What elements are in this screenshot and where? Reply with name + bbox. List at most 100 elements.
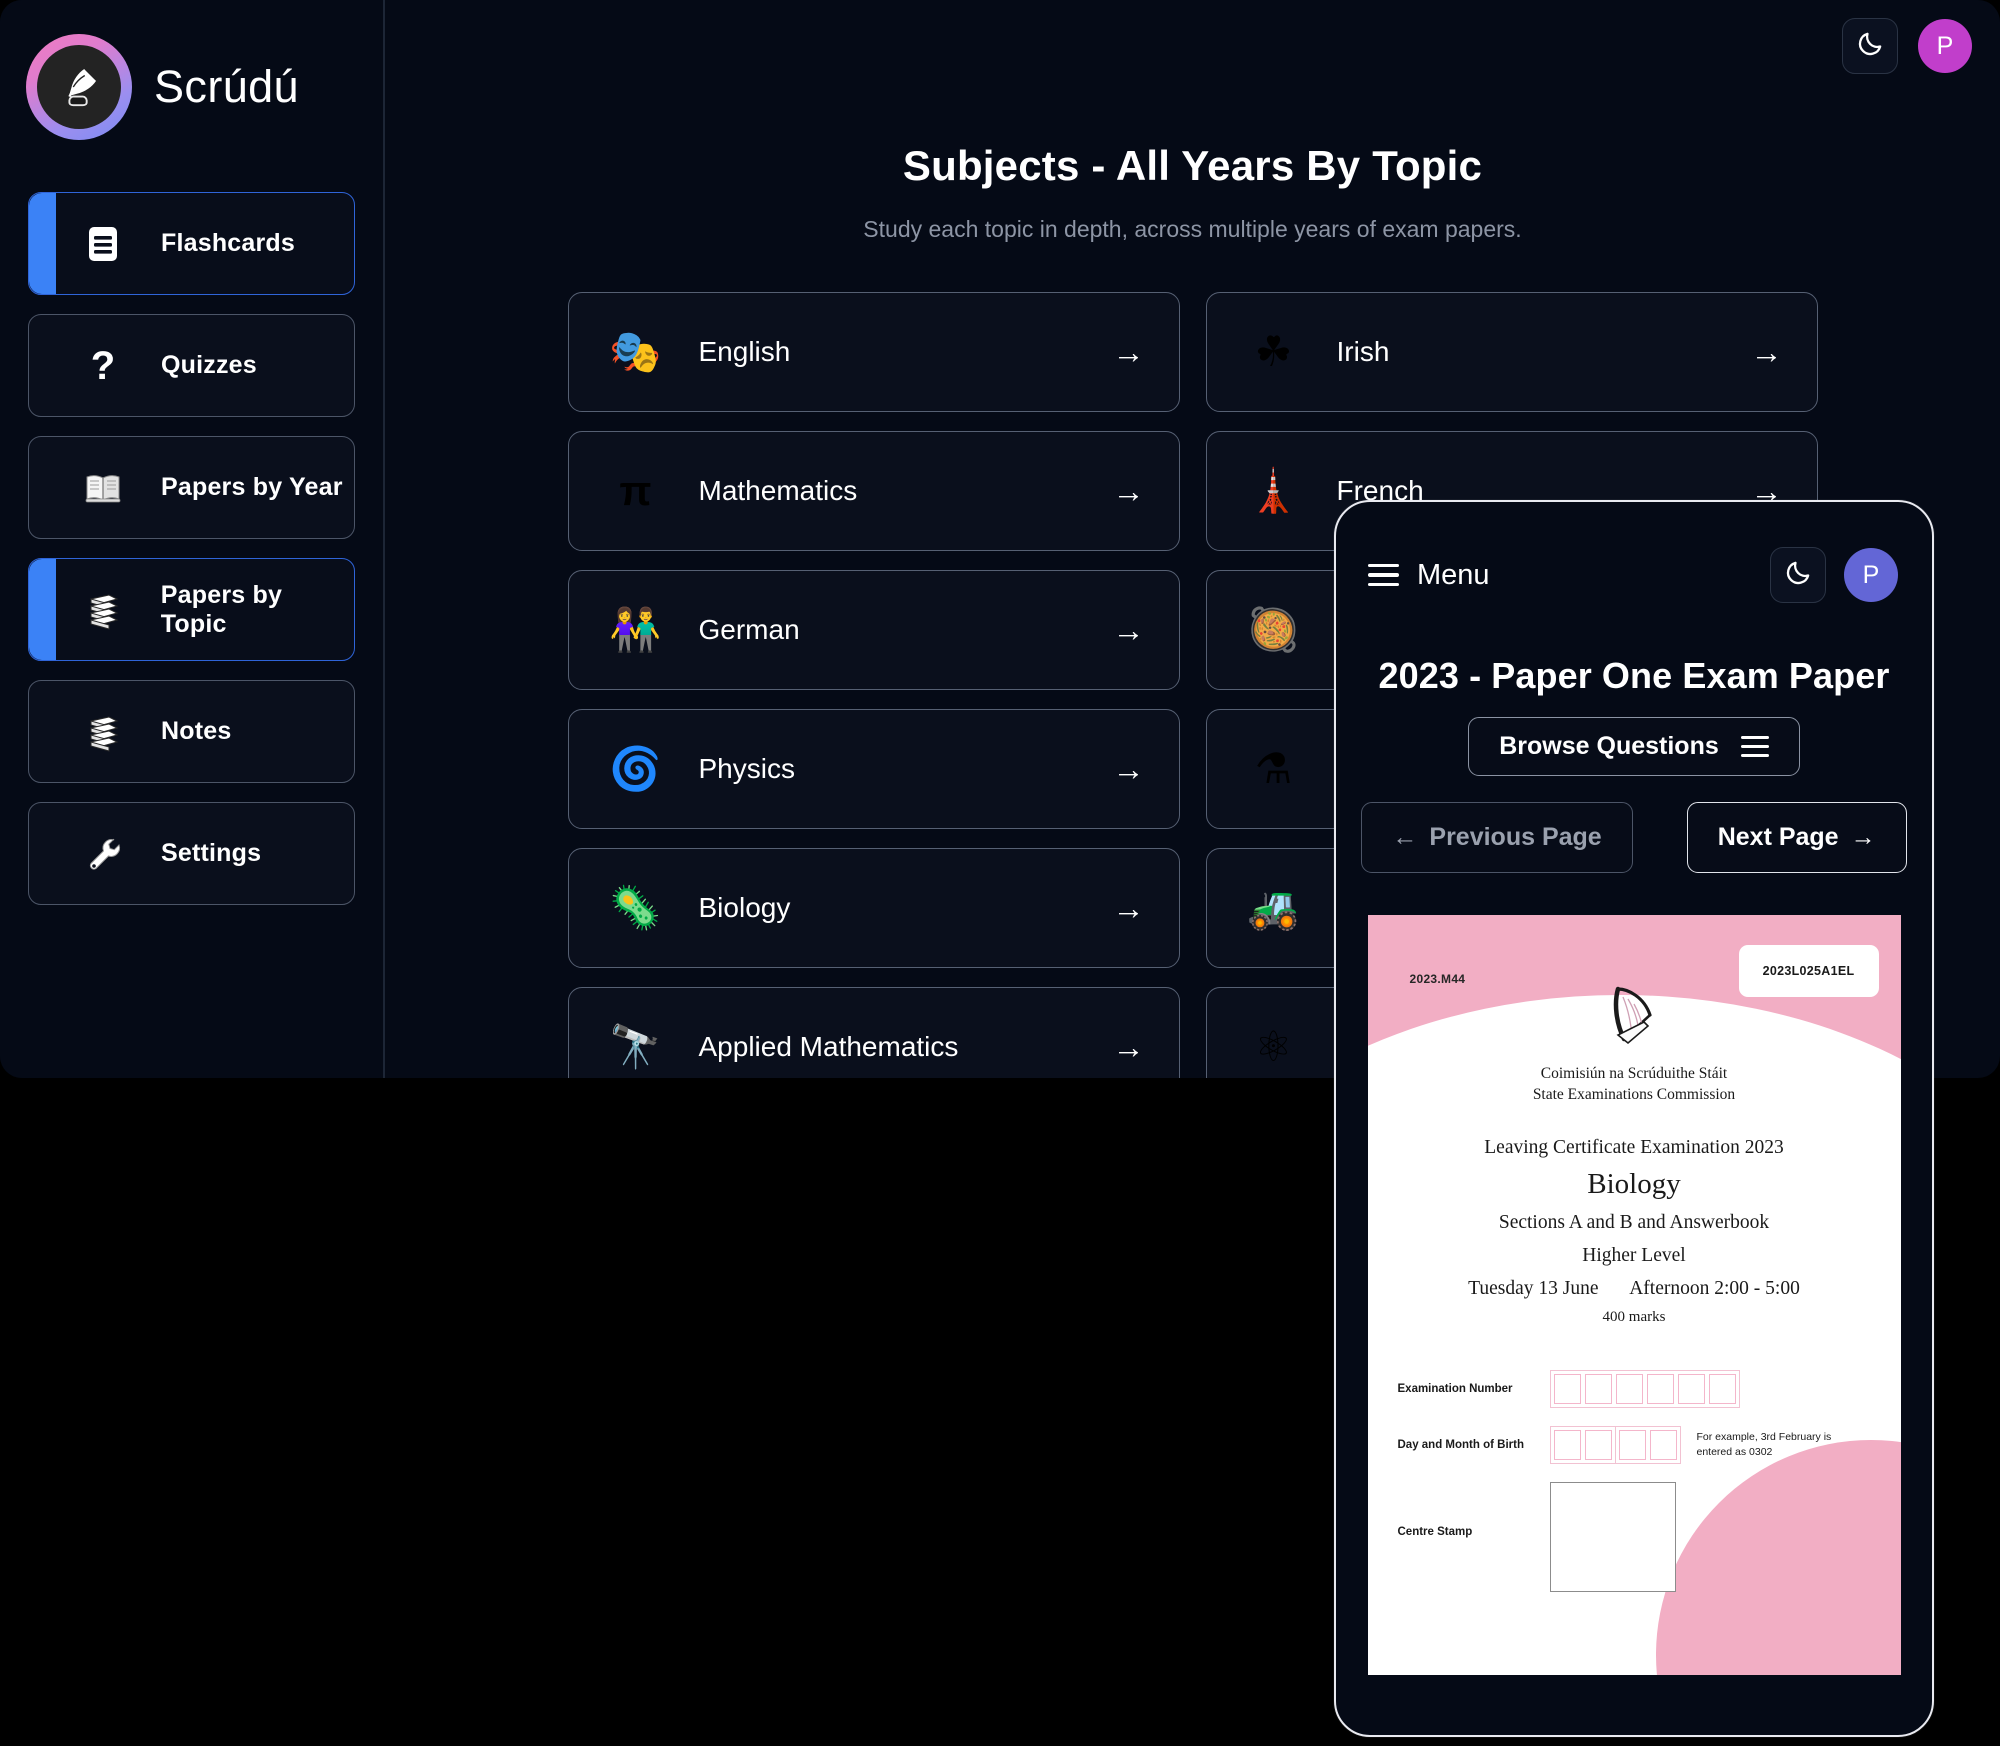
input-cell[interactable] xyxy=(1615,1374,1643,1404)
dob-input[interactable] xyxy=(1549,1426,1681,1464)
exam-number-row: Examination Number xyxy=(1368,1370,1901,1408)
theme-toggle-button[interactable] xyxy=(1842,18,1898,74)
flashcard-lines-icon xyxy=(81,224,125,264)
previous-page-label: Previous Page xyxy=(1429,823,1602,851)
dob-hint: For example, 3rd February is entered as … xyxy=(1696,1430,1832,1458)
pagination-controls: ← Previous Page Next Page → xyxy=(1336,802,1932,873)
sidebar-item-label: Papers by Topic xyxy=(160,580,283,638)
sidebar-item-papers-by-topic[interactable]: Papers by Topic xyxy=(28,558,355,661)
pi-symbol-icon: π xyxy=(619,467,652,514)
menu-label: Menu xyxy=(1417,558,1490,591)
avatar[interactable]: P xyxy=(1844,548,1898,602)
arrow-right-icon: → xyxy=(1850,823,1876,851)
input-cell[interactable] xyxy=(1553,1374,1581,1404)
screen-root: Scrúdú Flashcards ? Quizzes Papers by Ye… xyxy=(0,0,2000,1746)
tractor-icon: 🚜 xyxy=(1247,884,1300,931)
brand-name: Scrúdú xyxy=(154,61,299,112)
flask-icon: ⚗ xyxy=(1254,745,1293,792)
cannon-icon: 🔭 xyxy=(609,1023,662,1070)
subject-card-german[interactable]: 👫 German → xyxy=(567,570,1180,690)
avatar-initial: P xyxy=(1936,31,1954,60)
paper-body: Leaving Certificate Examination 2023 Bio… xyxy=(1368,1137,1901,1326)
input-cell[interactable] xyxy=(1677,1374,1705,1404)
subject-card-physics[interactable]: 🌀 Physics → xyxy=(567,709,1180,829)
paella-icon: 🥘 xyxy=(1247,606,1300,653)
paper-fields: Examination Number Day and Month of Birt… xyxy=(1368,1370,1901,1610)
browse-questions-button[interactable]: Browse Questions xyxy=(1468,717,1800,776)
subject-name: Irish xyxy=(1336,336,1390,367)
exam-time: Afternoon 2:00 - 5:00 xyxy=(1629,1278,1800,1299)
theme-toggle-button[interactable] xyxy=(1770,547,1826,603)
moon-icon xyxy=(1784,558,1813,592)
input-cell[interactable] xyxy=(1584,1374,1612,1404)
exam-line: Leaving Certificate Examination 2023 xyxy=(1484,1137,1784,1158)
subject-card-irish[interactable]: ☘ Irish → xyxy=(1205,292,1818,412)
exam-datetime: Tuesday 13 June Afternoon 2:00 - 5:00 xyxy=(1368,1278,1901,1300)
input-cell[interactable] xyxy=(1649,1430,1677,1460)
centre-stamp-row: Centre Stamp xyxy=(1368,1482,1901,1592)
dob-label: Day and Month of Birth xyxy=(1397,1439,1525,1451)
sidebar-item-settings[interactable]: Settings xyxy=(28,802,355,905)
subject-card-mathematics[interactable]: π Mathematics → xyxy=(567,431,1180,551)
next-page-button[interactable]: Next Page → xyxy=(1686,802,1907,873)
dob-day-group[interactable] xyxy=(1551,1427,1616,1463)
stacked-books-icon xyxy=(81,712,125,752)
next-page-label: Next Page xyxy=(1717,823,1839,851)
theatre-masks-icon: 🎭 xyxy=(609,328,662,375)
avatar[interactable]: P xyxy=(1918,19,1972,73)
sidebar-item-quizzes[interactable]: ? Quizzes xyxy=(28,314,355,417)
sidebar-item-label: Notes xyxy=(161,717,232,745)
sidebar-item-label: Quizzes xyxy=(161,351,257,379)
arrow-right-icon: → xyxy=(1750,334,1783,370)
subject-card-applied-mathematics[interactable]: 🔭 Applied Mathematics → xyxy=(567,987,1180,1078)
exam-number-label: Examination Number xyxy=(1397,1383,1513,1395)
subject-name: English xyxy=(698,336,791,367)
sidebar-item-label: Papers by Year xyxy=(161,473,343,501)
centre-stamp-box xyxy=(1549,1482,1676,1592)
exam-sections: Sections A and B and Answerbook xyxy=(1498,1212,1770,1233)
moon-icon xyxy=(1856,29,1885,63)
input-cell[interactable] xyxy=(1618,1430,1646,1460)
previous-page-button[interactable]: ← Previous Page xyxy=(1361,802,1633,873)
microbe-icon: 🦠 xyxy=(609,884,662,931)
subject-name: Applied Mathematics xyxy=(698,1031,959,1062)
phone-topbar: Menu P xyxy=(1336,502,1932,603)
arrow-right-icon: → xyxy=(1112,890,1145,926)
subject-card-biology[interactable]: 🦠 Biology → xyxy=(567,848,1180,968)
avatar-initial: P xyxy=(1862,560,1880,589)
hamburger-icon xyxy=(1740,736,1769,757)
arrow-right-icon: → xyxy=(1112,751,1145,787)
paper-organisation: Coimisiún na Scrúduithe Stáit State Exam… xyxy=(1368,1063,1901,1106)
subject-name: German xyxy=(698,614,800,645)
hamburger-icon xyxy=(1368,563,1399,587)
shamrock-icon: ☘ xyxy=(1254,328,1293,375)
sidebar-item-flashcards[interactable]: Flashcards xyxy=(28,192,355,295)
exam-paper-preview[interactable]: 2023.M44 2023L025A1EL Coimisiún na Scrúd… xyxy=(1367,915,1901,1675)
menu-button[interactable]: Menu xyxy=(1368,559,1490,592)
wrench-icon xyxy=(81,834,125,874)
phone-topbar-right: P xyxy=(1770,547,1898,603)
org-name-english: State Examinations Commission xyxy=(1532,1086,1736,1104)
galaxy-spiral-icon: 🌀 xyxy=(609,745,662,792)
input-cell[interactable] xyxy=(1708,1374,1736,1404)
sidebar-item-notes[interactable]: Notes xyxy=(28,680,355,783)
irish-harp-icon xyxy=(1604,983,1664,1064)
arrow-right-icon: → xyxy=(1112,1029,1145,1065)
exam-level: Higher Level xyxy=(1582,1245,1686,1266)
input-cell[interactable] xyxy=(1584,1430,1612,1460)
input-cell[interactable] xyxy=(1646,1374,1674,1404)
browse-questions-label: Browse Questions xyxy=(1499,732,1719,760)
sidebar-item-papers-by-year[interactable]: Papers by Year xyxy=(28,436,355,539)
mobile-preview-panel: Menu P 2023 - Paper One Exam Paper Brows… xyxy=(1334,500,1934,1737)
exam-number-input[interactable] xyxy=(1549,1370,1740,1408)
org-name-irish: Coimisiún na Scrúduithe Stáit xyxy=(1540,1065,1728,1082)
paper-code-box: 2023L025A1EL xyxy=(1738,945,1879,997)
page-subtitle: Study each topic in depth, across multip… xyxy=(863,216,1522,242)
subject-card-english[interactable]: 🎭 English → xyxy=(567,292,1180,412)
dirndl-couple-icon: 👫 xyxy=(609,606,662,653)
input-cell[interactable] xyxy=(1553,1430,1581,1460)
brand: Scrúdú xyxy=(0,26,383,140)
dob-month-group[interactable] xyxy=(1616,1427,1680,1463)
stacked-books-icon xyxy=(81,590,125,630)
paper-code-left: 2023.M44 xyxy=(1409,972,1466,986)
